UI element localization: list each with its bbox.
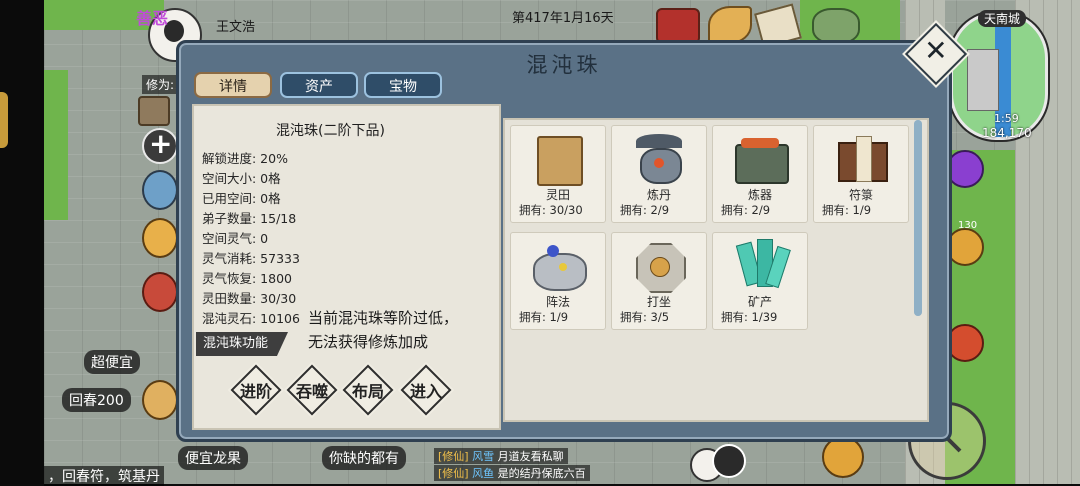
cultivation-slot[interactable]	[138, 96, 170, 126]
alchemy-furnace-icon	[630, 132, 688, 186]
npc-figure[interactable]	[142, 218, 178, 258]
yin-yang-icon[interactable]	[712, 444, 746, 478]
treasure-chest-icon[interactable]	[656, 8, 700, 44]
chat-line[interactable]: [修仙] 风雪 月道友看私聊	[434, 448, 568, 464]
stat-used-space: 已用空间: 0格	[202, 191, 281, 206]
chat-channel: [修仙]	[438, 467, 469, 480]
facility-count: 拥有: 1/39	[721, 310, 778, 324]
facility-card-mine[interactable]: 矿产 拥有: 1/39	[712, 232, 808, 330]
npc-figure[interactable]	[142, 272, 178, 312]
stat-disciples: 弟子数量: 15/18	[202, 211, 297, 226]
talisman-icon	[832, 132, 890, 186]
minimap-time: 1:59	[994, 112, 1019, 125]
chat-text: 是的结丹保底六百	[497, 467, 586, 480]
horn-icon[interactable]	[708, 6, 752, 44]
recover-tag[interactable]: 回春200	[62, 388, 131, 412]
dragon-fruit-tag[interactable]: 便宜龙果	[178, 446, 248, 470]
advance-label: 进阶	[239, 382, 272, 401]
orb-name: 混沌珠(二阶下品)	[276, 123, 385, 139]
npc-figure[interactable]	[142, 380, 178, 420]
npc-figure[interactable]	[142, 170, 178, 210]
player-title: 善恶	[136, 9, 169, 28]
minimap-city	[967, 49, 999, 111]
stat-space-size: 空间大小: 0格	[202, 171, 281, 186]
chat-text: 月道友看私聊	[497, 450, 564, 463]
function-label: 混沌珠功能	[196, 332, 288, 356]
facility-name: 阵法	[545, 295, 570, 309]
screen-edge	[0, 0, 44, 484]
tab-treasures[interactable]: 宝物	[364, 72, 442, 98]
stat-chaos-stone: 混沌灵石: 10106	[202, 311, 300, 326]
chat-user: 风鱼	[472, 467, 495, 480]
notice-line: 无法获得修炼加成	[308, 333, 429, 351]
facility-count: 拥有: 1/9	[822, 203, 872, 217]
crystal-ore-icon	[731, 239, 791, 293]
stat-space-qi: 空间灵气: 0	[202, 231, 269, 246]
forge-icon	[731, 132, 789, 186]
facility-name: 矿产	[747, 295, 772, 309]
facility-name: 灵田	[545, 188, 570, 202]
facility-name: 符箓	[848, 188, 873, 202]
missing-items-tag[interactable]: 你缺的都有	[322, 446, 406, 470]
skill-button[interactable]	[822, 436, 864, 478]
stat-qi-consumption: 灵气消耗: 57333	[202, 251, 300, 266]
game-date: 第417年1月16天	[512, 11, 614, 26]
chat-line[interactable]: [修仙] 风鱼 是的结丹保底六百	[434, 465, 590, 481]
cultivation-label: 修为:	[142, 75, 179, 94]
facility-card-alchemy[interactable]: 炼丹 拥有: 2/9	[611, 125, 707, 223]
shop-tag[interactable]: 超便宜	[84, 350, 140, 374]
tab-details[interactable]: 详情	[194, 72, 272, 98]
minimap-location: 天南城	[978, 10, 1027, 27]
layout-label: 布局	[351, 382, 384, 401]
stat-unlock-progress: 解锁进度: 20%	[202, 151, 288, 166]
devour-label: 吞噬	[295, 382, 328, 401]
formation-icon	[529, 239, 587, 293]
scrollbar-thumb[interactable]	[914, 120, 922, 316]
stat-qi-recovery: 灵气恢复: 1800	[202, 271, 292, 286]
chat-user: 风雪	[472, 450, 495, 463]
plus-icon: +	[149, 127, 173, 160]
add-button[interactable]: +	[142, 127, 178, 164]
facility-count: 拥有: 2/9	[620, 203, 670, 217]
minimap[interactable]: 天南城 1:59 184,170	[950, 6, 1048, 146]
minimap-coords: 184,170	[982, 126, 1032, 140]
level-notice: 当前混沌珠等阶过低， 无法获得修炼加成	[308, 306, 458, 354]
facility-card-field[interactable]: 灵田 拥有: 30/30	[510, 125, 606, 223]
facility-count: 拥有: 30/30	[519, 203, 583, 217]
facility-card-formation[interactable]: 阵法 拥有: 1/9	[510, 232, 606, 330]
facility-name: 炼丹	[646, 188, 671, 202]
side-drawer-handle[interactable]	[0, 92, 8, 148]
ticker-text: ，回春符，筑基丹	[44, 466, 164, 486]
facility-card-meditation[interactable]: 打坐 拥有: 3/5	[611, 232, 707, 330]
close-icon: ✕	[924, 33, 948, 67]
facility-count: 拥有: 1/9	[519, 310, 569, 324]
meditation-platform-icon	[630, 239, 688, 293]
facility-card-talisman[interactable]: 符箓 拥有: 1/9	[813, 125, 909, 223]
facility-count: 拥有: 2/9	[721, 203, 771, 217]
facility-card-forge[interactable]: 炼器 拥有: 2/9	[712, 125, 808, 223]
grass-patch	[44, 70, 68, 220]
stat-field-count: 灵田数量: 30/30	[202, 291, 297, 306]
facility-count: 拥有: 3/5	[620, 310, 670, 324]
beast-icon[interactable]	[812, 8, 860, 44]
notice-line: 当前混沌珠等阶过低，	[308, 309, 459, 327]
tab-assets[interactable]: 资产	[280, 72, 358, 98]
facility-name: 打坐	[646, 295, 671, 309]
player-name: 王文浩	[216, 20, 256, 35]
chat-channel: [修仙]	[438, 450, 469, 463]
enter-label: 进入	[409, 382, 442, 401]
field-icon	[529, 132, 587, 186]
facility-name: 炼器	[747, 188, 772, 202]
